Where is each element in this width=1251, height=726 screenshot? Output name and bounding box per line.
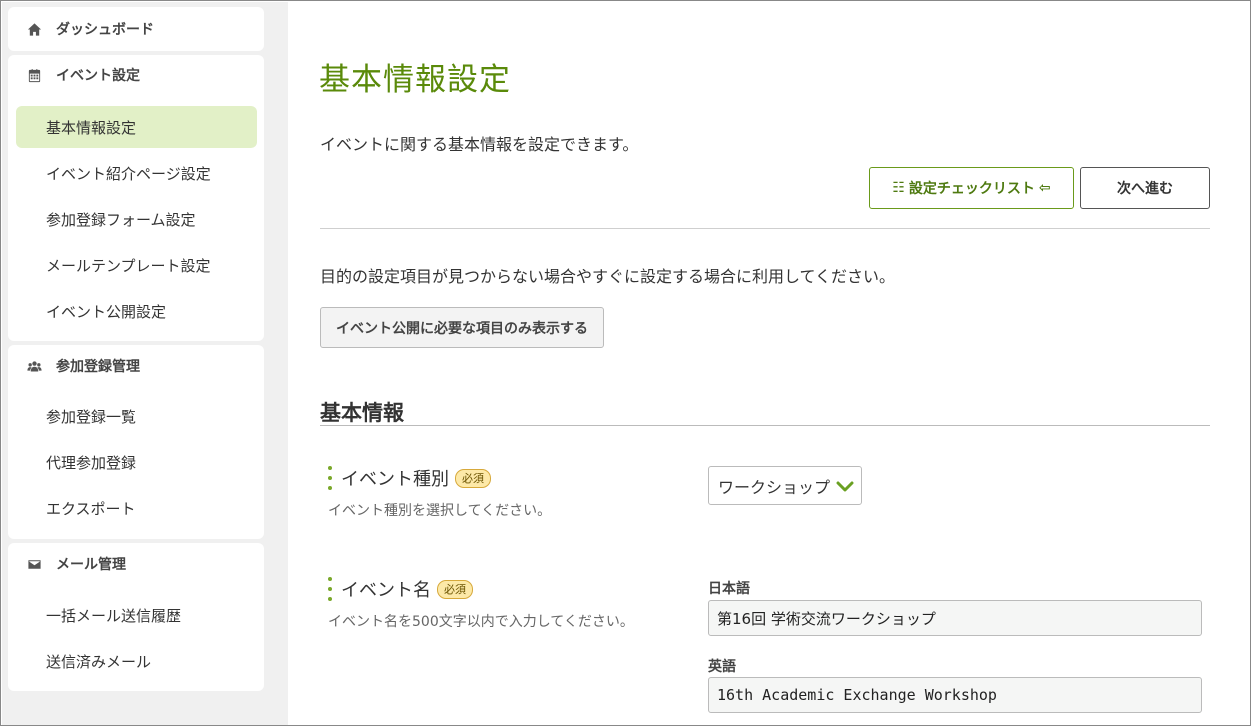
sidebar-item-label: ダッシュボード — [56, 22, 154, 38]
sidebar-card-event-settings: イベント設定 基本情報設定 イベント紹介ページ設定 参加登録フォーム設定 メール… — [8, 55, 264, 341]
page-title: 基本情報設定 — [319, 62, 511, 98]
next-button[interactable]: 次へ進む — [1080, 167, 1210, 209]
sidebar-item-registration-list[interactable]: 参加登録一覧 — [16, 395, 257, 437]
sidebar-item-mail-template[interactable]: メールテンプレート設定 — [16, 244, 257, 286]
filter-note: 目的の設定項目が見つからない場合やすぐに設定する場合に利用してください。 — [320, 267, 896, 286]
field-label-text: イベント名 — [341, 580, 431, 601]
sidebar-section-label: メール管理 — [56, 557, 126, 573]
section-divider — [320, 425, 1210, 426]
sidebar-item-intro-page[interactable]: イベント紹介ページ設定 — [16, 152, 257, 194]
event-name-en-input[interactable] — [708, 677, 1202, 713]
calendar-icon — [26, 67, 42, 83]
users-icon — [26, 358, 42, 374]
field-help-event-type: イベント種別を選択してください。 — [328, 503, 552, 519]
field-label-text: イベント種別 — [341, 469, 449, 490]
sidebar-item-publish-settings[interactable]: イベント公開設定 — [16, 290, 257, 332]
sidebar-card-registration: 参加登録管理 参加登録一覧 代理参加登録 エクスポート — [8, 345, 264, 539]
sidebar: ダッシュボード イベント設定 基本情報設定 イベント紹介ページ設定 参加登録フォ… — [2, 2, 288, 725]
chevron-down-icon — [836, 481, 854, 491]
required-badge: 必須 — [455, 468, 491, 488]
required-badge: 必須 — [437, 579, 473, 599]
filter-required-button[interactable]: イベント公開に必要な項目のみ表示する — [320, 307, 604, 348]
sidebar-section-label: イベント設定 — [56, 68, 140, 84]
sidebar-section-label: 参加登録管理 — [56, 359, 140, 375]
checklist-icon: ☷ — [892, 180, 905, 196]
sidebar-section-event-settings[interactable]: イベント設定 — [8, 55, 264, 95]
drag-handle-icon — [328, 577, 332, 601]
sidebar-item-bulk-mail-history[interactable]: 一括メール送信履歴 — [16, 594, 257, 636]
event-type-value: ワークショップ — [718, 477, 831, 497]
sidebar-section-mail[interactable]: メール管理 — [8, 544, 264, 584]
sidebar-item-basic-info[interactable]: 基本情報設定 — [16, 106, 257, 148]
sidebar-item-export[interactable]: エクスポート — [16, 487, 257, 529]
enter-icon: ⇦ — [1038, 180, 1051, 196]
sidebar-item-dashboard[interactable]: ダッシュボード — [8, 9, 264, 49]
checklist-button-label: 設定チェックリスト — [908, 181, 1035, 197]
lang-label-en: 英語 — [708, 659, 736, 675]
field-label-event-name: イベント名 必須 — [341, 576, 473, 602]
event-name-ja-input[interactable] — [708, 600, 1202, 636]
drag-handle-icon — [328, 466, 332, 490]
sidebar-card-mail: メール管理 一括メール送信履歴 送信済みメール — [8, 543, 264, 691]
sidebar-card-dashboard: ダッシュボード — [8, 7, 264, 51]
divider — [320, 228, 1210, 229]
envelope-icon — [26, 556, 42, 572]
lang-label-ja: 日本語 — [708, 581, 750, 597]
field-help-event-name: イベント名を500文字以内で入力してください。 — [328, 614, 634, 630]
home-icon — [26, 21, 42, 37]
checklist-button[interactable]: ☷ 設定チェックリスト ⇦ — [869, 167, 1074, 209]
event-type-select[interactable]: ワークショップ — [708, 466, 862, 505]
page-description: イベントに関する基本情報を設定できます。 — [320, 135, 639, 154]
sidebar-section-registration[interactable]: 参加登録管理 — [8, 346, 264, 386]
field-label-event-type: イベント種別 必須 — [341, 465, 491, 491]
section-title-basic-info: 基本情報 — [320, 401, 404, 425]
app-window: ダッシュボード イベント設定 基本情報設定 イベント紹介ページ設定 参加登録フォ… — [0, 0, 1251, 726]
sidebar-item-proxy-registration[interactable]: 代理参加登録 — [16, 441, 257, 483]
sidebar-item-sent-mail[interactable]: 送信済みメール — [16, 640, 257, 682]
sidebar-item-registration-form[interactable]: 参加登録フォーム設定 — [16, 198, 257, 240]
main-content: 基本情報設定 イベントに関する基本情報を設定できます。 ☷ 設定チェックリスト … — [288, 2, 1250, 725]
